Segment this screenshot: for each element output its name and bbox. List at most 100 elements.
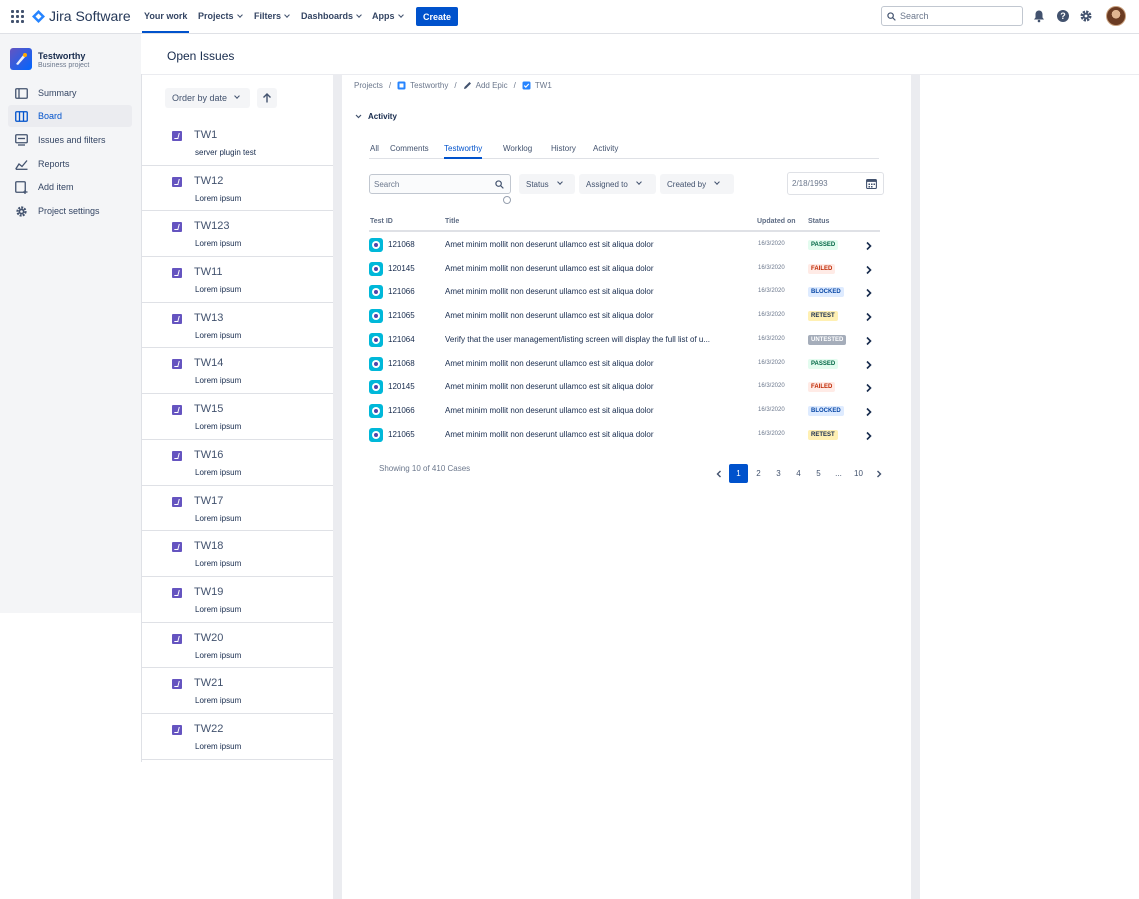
sidebar-item-board[interactable]: Board (8, 105, 132, 127)
sidebar-item-summary[interactable]: Summary (8, 82, 132, 104)
issue-list-item[interactable]: TW22 Lorem ipsum (141, 714, 333, 760)
table-row[interactable]: 121068 Amet minim mollit non deserunt ull… (369, 234, 880, 258)
breadcrumb-issue-key[interactable]: TW1 (535, 81, 552, 90)
issue-list-item[interactable]: TW21 Lorem ipsum (141, 668, 333, 714)
table-row[interactable]: 121065 Amet minim mollit non deserunt ull… (369, 305, 880, 329)
status-filter[interactable]: Status (519, 174, 575, 194)
nav-projects[interactable]: Projects (198, 11, 243, 21)
issue-list-item[interactable]: TW16 Lorem ipsum (141, 440, 333, 486)
splitter-left[interactable] (333, 74, 342, 899)
activity-toggle[interactable]: Activity (354, 112, 397, 121)
previous-page-button[interactable] (709, 464, 728, 483)
tab-activity[interactable]: Activity (593, 144, 618, 153)
project-name: Testworthy (38, 51, 86, 61)
project-sidebar: Testworthy Business project Summary Boar… (0, 34, 141, 613)
column-status[interactable]: Status (808, 218, 829, 225)
table-row[interactable]: 121066 Amet minim mollit non deserunt ull… (369, 281, 880, 305)
page-button[interactable]: 3 (769, 464, 788, 483)
nav-apps[interactable]: Apps (372, 11, 404, 21)
info-icon[interactable] (503, 196, 511, 204)
order-by-dropdown[interactable]: Order by date (165, 88, 250, 108)
sidebar-item-add-item[interactable]: Add item (8, 176, 132, 198)
breadcrumb-add-epic[interactable]: Add Epic (476, 81, 508, 90)
issue-list-item[interactable]: TW20 Lorem ipsum (141, 623, 333, 669)
test-search-input[interactable]: Search (369, 174, 511, 194)
issue-list-item[interactable]: TW15 Lorem ipsum (141, 394, 333, 440)
page-button[interactable]: 2 (749, 464, 768, 483)
updated-on: 16/3/2020 (758, 430, 785, 437)
nav-filters[interactable]: Filters (254, 11, 290, 21)
app-switcher-icon[interactable] (11, 10, 24, 23)
notifications-bell-icon[interactable] (1032, 9, 1046, 23)
table-row[interactable]: 121068 Amet minim mollit non deserunt ull… (369, 353, 880, 377)
issue-list-item[interactable]: TW13 Lorem ipsum (141, 303, 333, 349)
date-filter-input[interactable]: 2/18/1993 (787, 172, 884, 195)
chevron-right-icon[interactable] (864, 431, 874, 441)
updated-on: 16/3/2020 (758, 335, 785, 342)
created-by-filter[interactable]: Created by (660, 174, 734, 194)
tab-comments[interactable]: Comments (390, 144, 429, 153)
issue-summary: Lorem ipsum (195, 513, 242, 523)
sidebar-item-reports[interactable]: Reports (8, 153, 132, 175)
issue-list-item[interactable]: TW12 Lorem ipsum (141, 166, 333, 212)
test-title: Amet minim mollit non deserunt ullamco e… (445, 405, 654, 415)
page-button[interactable]: 4 (789, 464, 808, 483)
page-button[interactable]: 1 (729, 464, 748, 483)
table-row[interactable]: 121066 Amet minim mollit non deserunt ull… (369, 400, 880, 424)
issue-summary: Lorem ipsum (195, 559, 242, 569)
issue-list-item[interactable]: TW123 Lorem ipsum (141, 211, 333, 258)
assigned-to-filter[interactable]: Assigned to (579, 174, 656, 194)
updated-on: 16/3/2020 (758, 406, 785, 413)
issue-list-item[interactable]: TW11 Lorem ipsum (141, 257, 333, 303)
nav-dashboards[interactable]: Dashboards (301, 11, 362, 21)
splitter-right[interactable] (911, 74, 920, 899)
issue-summary: Lorem ipsum (195, 330, 242, 340)
test-id: 121065 (388, 311, 415, 321)
breadcrumb-projects[interactable]: Projects (354, 81, 383, 90)
global-search-input[interactable]: Search (881, 6, 1023, 26)
jira-logo[interactable]: Jira Software (32, 8, 131, 24)
chevron-right-icon[interactable] (864, 407, 874, 417)
chevron-right-icon[interactable] (864, 241, 874, 251)
next-page-button[interactable] (869, 464, 888, 483)
issue-list-item[interactable]: TW18 Lorem ipsum (141, 531, 333, 577)
settings-gear-icon[interactable] (1079, 9, 1093, 23)
issue-list-item[interactable]: TW14 Lorem ipsum (141, 348, 333, 395)
issue-key: TW20 (194, 631, 224, 644)
page-button[interactable]: 10 (849, 464, 868, 483)
issue-list-item[interactable]: TW17 Lorem ipsum (141, 486, 333, 532)
chevron-right-icon[interactable] (864, 265, 874, 275)
sidebar-item-issues-and-filters[interactable]: Issues and filters (8, 129, 132, 151)
table-row[interactable]: 120145 Amet minim mollit non deserunt ull… (369, 258, 880, 282)
sort-direction-button[interactable] (257, 88, 277, 108)
issue-list-item[interactable]: TW1 server plugin test (141, 120, 333, 166)
column-updated-on[interactable]: Updated on (757, 218, 796, 225)
chevron-right-icon[interactable] (864, 383, 874, 393)
project-icon (397, 81, 406, 90)
sidebar-item-project-settings[interactable]: Project settings (8, 200, 132, 222)
create-button[interactable]: Create (416, 7, 458, 26)
issue-summary: Lorem ipsum (195, 741, 242, 751)
tab-history[interactable]: History (551, 144, 576, 153)
issue-key: TW1 (194, 129, 218, 141)
chevron-right-icon[interactable] (864, 336, 874, 346)
table-row[interactable]: 121065 Amet minim mollit non deserunt ull… (369, 424, 880, 448)
page-button[interactable]: 5 (809, 464, 828, 483)
tab-all[interactable]: All (370, 144, 379, 153)
table-row[interactable]: 121064 Verify that the user management/li… (369, 329, 880, 353)
chevron-right-icon[interactable] (864, 360, 874, 370)
tab-testworthy[interactable]: Testworthy (444, 144, 483, 159)
breadcrumb-project[interactable]: Testworthy (410, 81, 448, 90)
tab-worklog[interactable]: Worklog (503, 144, 532, 153)
help-icon[interactable]: ? (1056, 9, 1070, 23)
issue-key: TW17 (194, 494, 224, 507)
nav-your-work[interactable]: Your work (141, 11, 190, 33)
column-test-id[interactable]: Test ID (370, 218, 393, 225)
issue-list-item[interactable]: TW19 Lorem ipsum (141, 577, 333, 623)
table-row[interactable]: 120145 Amet minim mollit non deserunt ull… (369, 376, 880, 400)
chevron-right-icon[interactable] (864, 312, 874, 322)
user-avatar[interactable] (1106, 6, 1126, 26)
chevron-right-icon[interactable] (864, 288, 874, 298)
column-title[interactable]: Title (445, 218, 459, 225)
table-header: Test ID Title Updated on Status (369, 216, 880, 232)
